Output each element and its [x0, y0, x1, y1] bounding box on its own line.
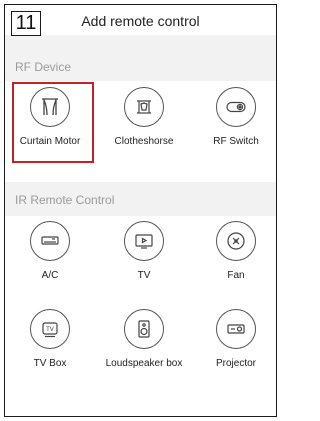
step-number-badge: 11 — [11, 11, 41, 36]
rf-section-title: RF Device — [15, 60, 72, 74]
ir-item-label: Loudspeaker box — [105, 358, 183, 369]
ir-item-tv[interactable]: TV — [102, 221, 186, 281]
rf-item-clotheshorse[interactable]: Clotheshorse — [102, 87, 186, 147]
rf-switch-icon — [216, 87, 256, 127]
ir-item-ac[interactable]: A/C — [8, 221, 92, 281]
ir-item-label: A/C — [41, 270, 59, 281]
ir-item-tv-box[interactable]: TV TV Box — [8, 309, 92, 369]
page-title: Add remote control — [81, 13, 200, 29]
ir-item-fan[interactable]: Fan — [194, 221, 276, 281]
ir-item-label: Fan — [227, 270, 245, 281]
fan-icon — [216, 221, 256, 261]
ir-item-label: TV — [137, 270, 151, 281]
svg-text:TV: TV — [45, 326, 55, 333]
ir-item-label: TV Box — [33, 358, 67, 369]
ir-item-projector[interactable]: Projector — [194, 309, 276, 369]
screen-frame: RF Device Add remote control Curtain Mot… — [4, 4, 277, 417]
tv-box-icon: TV — [30, 309, 70, 349]
loudspeaker-icon — [124, 309, 164, 349]
rf-item-rf-switch[interactable]: RF Switch — [194, 87, 276, 147]
rf-item-label: Clotheshorse — [114, 136, 174, 147]
air-conditioner-icon — [30, 221, 70, 261]
tv-icon — [124, 221, 164, 261]
selection-highlight — [12, 82, 94, 163]
clotheshorse-icon — [124, 87, 164, 127]
ir-item-loudspeaker-box[interactable]: Loudspeaker box — [102, 309, 186, 369]
projector-icon — [216, 309, 256, 349]
ir-section-title: IR Remote Control — [5, 182, 276, 216]
ir-item-label: Projector — [215, 358, 256, 369]
rf-item-label: RF Switch — [213, 136, 259, 147]
